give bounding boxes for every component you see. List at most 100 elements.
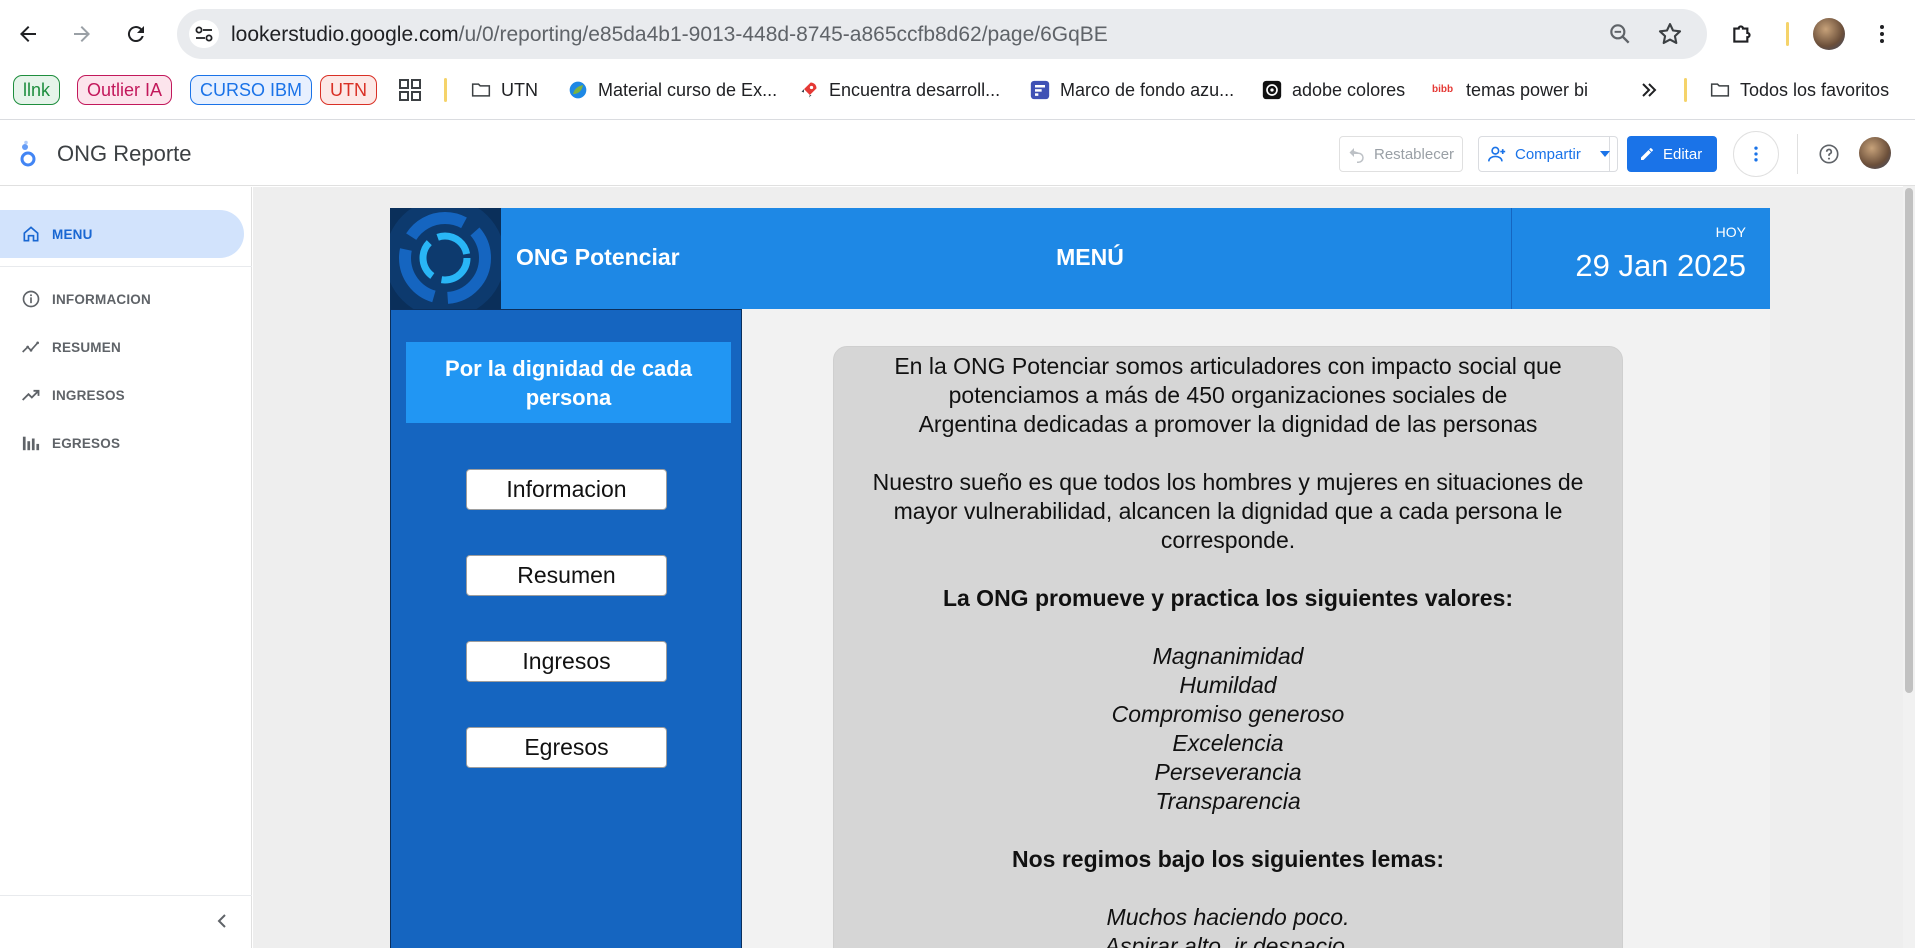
kebab-menu-icon (1880, 25, 1884, 43)
site-info-icon[interactable] (189, 20, 219, 48)
nav-item-label: INGRESOS (52, 387, 125, 403)
divider (1797, 134, 1798, 174)
bookmark-todos-favoritos[interactable]: Todos los favoritos (1710, 75, 1889, 105)
value-item: Magnanimidad (1152, 643, 1304, 669)
bookmark-llnk[interactable]: llnk (13, 75, 61, 105)
bookmark-label: UTN (320, 75, 377, 105)
nav-item-menu[interactable]: MENU (0, 210, 244, 258)
bookmark-label: UTN (501, 79, 538, 100)
reload-icon (127, 26, 144, 43)
folder-icon (471, 83, 491, 97)
nav-item-ingresos[interactable]: INGRESOS (0, 371, 244, 419)
bookmark-label: llnk (13, 75, 61, 105)
home-icon (20, 223, 42, 245)
color-wheel-icon (1262, 80, 1282, 100)
bookmark-curso-ibm[interactable]: CURSO IBM (190, 75, 313, 105)
nav-item-label: MENU (52, 226, 93, 242)
bookmarks-bar: llnk Outlier IA CURSO IBM UTN UTN Materi… (0, 70, 1915, 120)
caret-down-icon (1599, 151, 1610, 157)
account-avatar[interactable] (1859, 137, 1891, 169)
report-header: ONG Potenciar MENÚ HOY 29 Jan 2025 (390, 208, 1770, 309)
pencil-icon (1641, 148, 1653, 160)
divider (0, 895, 252, 896)
bookmark-adobe-colores[interactable]: adobe colores (1262, 75, 1405, 105)
value-item: Transparencia (1155, 788, 1301, 814)
reset-button[interactable]: Restablecer (1339, 136, 1463, 172)
bookmark-utn-chip[interactable]: UTN (320, 75, 377, 105)
chevron-double-right-icon (1642, 83, 1657, 97)
motto-item: Muchos haciendo poco. (1106, 904, 1350, 930)
nav-item-resumen[interactable]: RESUMEN (0, 323, 244, 371)
leaf-icon (569, 81, 587, 99)
chevron-left-icon (217, 914, 226, 928)
nav-item-informacion[interactable]: INFORMACION (0, 275, 244, 323)
mottos-heading: Nos regimos bajo los siguientes lemas: (1011, 846, 1444, 872)
value-item: Compromiso generoso (1111, 701, 1345, 727)
forward-button[interactable] (62, 14, 102, 54)
about-text-box: En la ONG Potenciar somos articuladores … (833, 346, 1623, 948)
more-bookmarks-button[interactable] (1639, 75, 1659, 105)
date-scorecard: HOY 29 Jan 2025 (1511, 208, 1770, 309)
report-page: ONG Potenciar MENÚ HOY 29 Jan 2025 Por l… (390, 208, 1770, 948)
text-line: corresponde. (1160, 527, 1296, 553)
zoom-icon[interactable] (1607, 21, 1633, 52)
extensions-button[interactable] (1730, 14, 1756, 54)
arrow-right-icon (74, 26, 90, 42)
form-icon (1030, 80, 1050, 100)
back-button[interactable] (8, 14, 48, 54)
bookmark-encuentra[interactable]: Encuentra desarroll... (799, 75, 1000, 105)
share-dropdown-button[interactable] (1592, 136, 1618, 172)
undo-icon (1349, 148, 1364, 163)
browser-menu-button[interactable] (1870, 14, 1894, 54)
edit-label: Editar (1663, 145, 1703, 163)
text-line: Nuestro sueño es que todos los hombres y… (872, 469, 1584, 495)
bookmark-temas-power-bi[interactable]: bibb temas power bi (1432, 75, 1588, 105)
divider (444, 78, 447, 102)
info-icon (20, 288, 42, 310)
add-person-icon (1488, 146, 1506, 162)
nav-item-egresos[interactable]: EGRESOS (0, 419, 244, 467)
url-text: lookerstudio.google.com/u/0/reporting/e8… (231, 23, 1108, 46)
bookmark-star-icon[interactable] (1656, 20, 1684, 53)
bookmark-label: Outlier IA (77, 75, 173, 105)
looker-studio-logo-icon (20, 140, 36, 167)
page-navigation: MENU INFORMACION RESUMEN INGRESOS EGRESO… (0, 187, 252, 948)
value-item: Perseverancia (1154, 759, 1302, 785)
browser-toolbar: lookerstudio.google.com/u/0/reporting/e8… (0, 0, 1915, 70)
nav-item-label: EGRESOS (52, 435, 121, 451)
motto-item: Aspirar alto, ir despacio. (1104, 933, 1352, 948)
motto-banner: Por la dignidad de cada persona (406, 342, 731, 423)
bookmark-marco[interactable]: Marco de fondo azu... (1030, 75, 1234, 105)
edit-button[interactable]: Editar (1627, 136, 1717, 172)
reload-button[interactable] (116, 14, 156, 54)
date-value: 29 Jan 2025 (1575, 248, 1746, 283)
resumen-button[interactable]: Resumen (466, 555, 667, 596)
bibb-icon: bibb (1432, 84, 1454, 95)
values-heading: La ONG promueve y practica los siguiente… (942, 585, 1514, 611)
collapse-nav-button[interactable] (213, 911, 233, 936)
puzzle-icon (1733, 25, 1751, 43)
informacion-button[interactable]: Informacion (466, 469, 667, 510)
ingresos-button[interactable]: Ingresos (466, 641, 667, 682)
share-label: Compartir (1515, 145, 1581, 163)
bookmark-material-curso[interactable]: Material curso de Ex... (568, 75, 777, 105)
timeline-icon (20, 336, 42, 358)
nav-item-label: INFORMACION (52, 291, 151, 307)
bookmark-label: adobe colores (1292, 79, 1406, 100)
more-options-button[interactable] (1733, 131, 1779, 177)
report-canvas: ONG Potenciar MENÚ HOY 29 Jan 2025 Por l… (253, 187, 1915, 948)
nav-item-label: RESUMEN (52, 339, 121, 355)
kebab-menu-icon (1754, 146, 1758, 162)
scrollbar-thumb[interactable] (1905, 188, 1913, 693)
bookmark-outlier[interactable]: Outlier IA (77, 75, 173, 105)
arrow-left-icon (20, 26, 36, 42)
egresos-button[interactable]: Egresos (466, 727, 667, 768)
report-title[interactable]: ONG Reporte (57, 141, 192, 167)
folder-icon (1710, 83, 1730, 97)
help-button[interactable] (1814, 136, 1844, 172)
share-button[interactable]: Compartir (1478, 136, 1610, 172)
bookmark-utn-folder[interactable]: UTN (471, 75, 538, 105)
apps-grid-icon[interactable] (399, 75, 421, 105)
profile-avatar[interactable] (1813, 14, 1845, 54)
address-bar[interactable]: lookerstudio.google.com/u/0/reporting/e8… (177, 9, 1707, 59)
